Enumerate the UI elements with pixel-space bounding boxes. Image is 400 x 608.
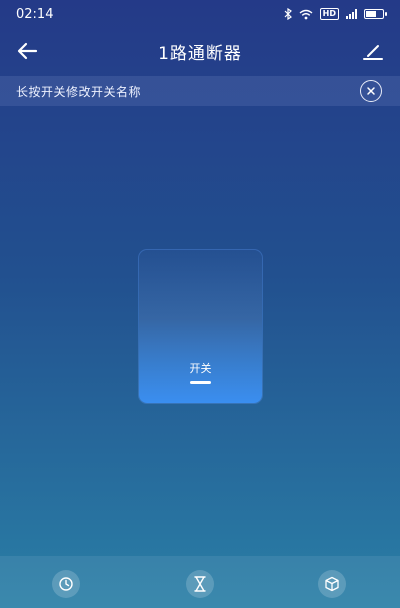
switch-toggle[interactable]: 开关 (139, 250, 262, 403)
cube-icon (325, 576, 339, 592)
timer-button[interactable] (52, 570, 80, 598)
clock-icon (59, 577, 73, 591)
pencil-icon (363, 45, 383, 60)
hd-badge-icon: HD (319, 8, 339, 20)
hint-text: 长按开关修改开关名称 (16, 84, 142, 99)
wifi-icon (299, 9, 313, 19)
close-icon (367, 87, 375, 95)
countdown-button[interactable] (186, 570, 214, 598)
bluetooth-icon (284, 8, 292, 20)
switch-indicator (190, 381, 211, 384)
edit-button[interactable] (360, 38, 386, 64)
bottom-toolbar (0, 556, 400, 608)
hourglass-icon (194, 576, 206, 592)
header: 1路通断器 (0, 32, 400, 70)
page-title: 1路通断器 (158, 43, 242, 64)
status-icons: HD (284, 8, 387, 20)
signal-icon (346, 9, 357, 19)
back-button[interactable] (14, 38, 42, 64)
battery-icon (364, 9, 387, 19)
hint-banner: 长按开关修改开关名称 (0, 76, 400, 106)
status-bar: 02:14 HD (0, 0, 400, 28)
close-hint-button[interactable] (360, 80, 382, 102)
switch-label: 开关 (189, 362, 212, 375)
arrow-left-icon (17, 42, 38, 60)
status-time: 02:14 (16, 6, 54, 22)
scene-button[interactable] (318, 570, 346, 598)
